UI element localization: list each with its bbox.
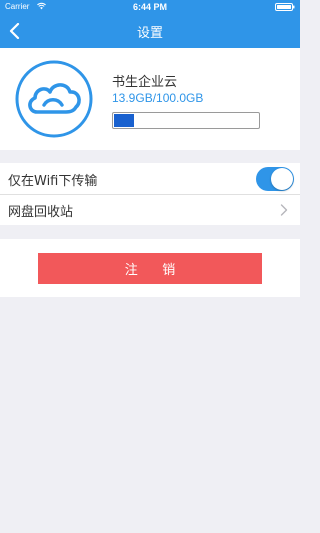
cloud-icon	[15, 60, 93, 138]
company-name: 书生企业云	[112, 75, 178, 90]
setting-row-wifi-only: 仅在Wifi下传输	[0, 163, 300, 194]
setting-row-recycle-bin[interactable]: 网盘回收站	[0, 194, 300, 225]
storage-usage-text: 13.9GB/100.0GB	[112, 91, 204, 105]
storage-progress-bar	[112, 112, 260, 129]
settings-list: 仅在Wifi下传输 网盘回收站	[0, 163, 300, 225]
wifi-only-label: 仅在Wifi下传输	[8, 174, 98, 189]
header: Carrier 6:44 PM 设置	[0, 0, 300, 48]
logout-button[interactable]: 注 销	[38, 253, 262, 284]
storage-progress-fill	[114, 114, 135, 127]
status-time: 6:44 PM	[132, 2, 167, 12]
status-bar: Carrier 6:44 PM	[0, 0, 300, 14]
wifi-only-toggle[interactable]	[256, 167, 294, 191]
chevron-right-icon	[280, 204, 288, 216]
battery-icon	[275, 3, 295, 11]
logout-section: 注 销	[0, 239, 300, 297]
profile-card: 书生企业云 13.9GB/100.0GB	[0, 48, 300, 150]
recycle-bin-label: 网盘回收站	[8, 205, 74, 220]
settings-screen: Carrier 6:44 PM 设置 书生企业云 13.9GB/100.0GB …	[0, 0, 300, 533]
page-title: 设置	[136, 26, 163, 41]
toggle-knob	[271, 168, 293, 190]
